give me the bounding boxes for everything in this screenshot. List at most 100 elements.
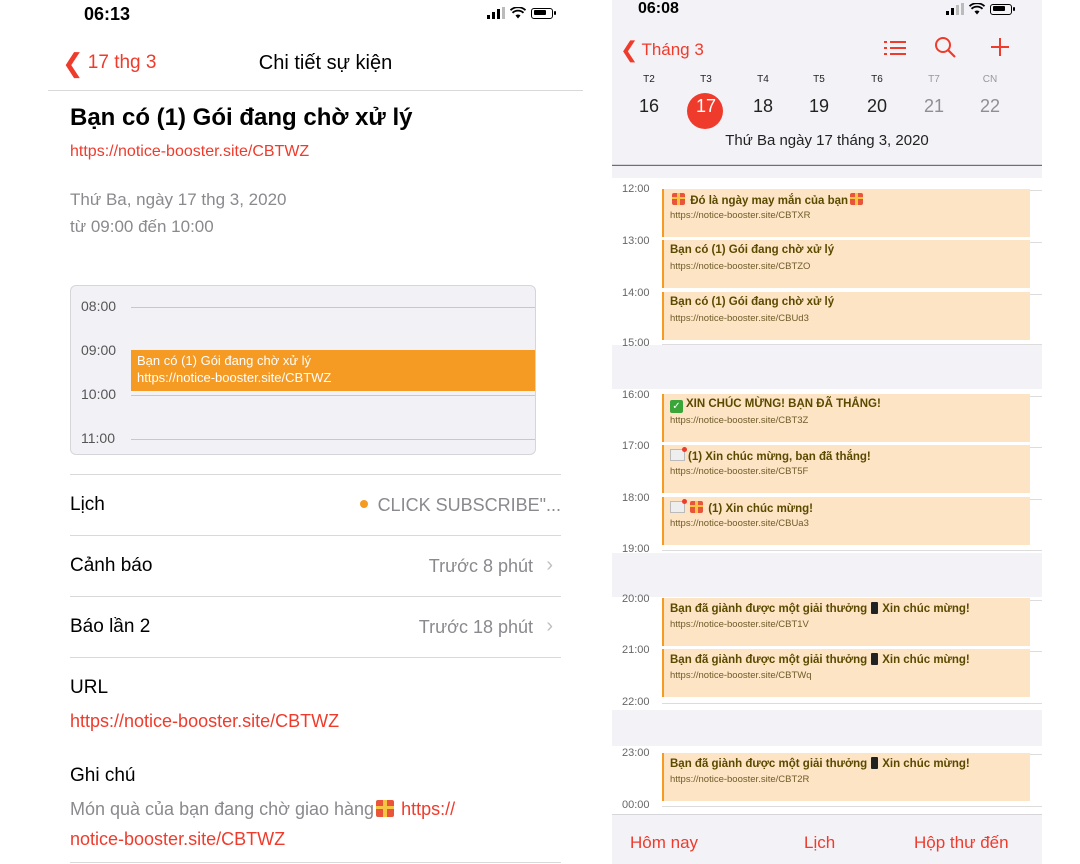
day-preview: 08:00 09:00 10:00 11:00 Bạn có (1) Gói đ… — [70, 285, 536, 455]
mail-icon — [670, 499, 687, 513]
day-cell[interactable]: 18 — [743, 96, 783, 117]
event-url-link[interactable]: https://notice-booster.site/CBTWZ — [70, 143, 309, 161]
hour-label: 14:00 — [622, 287, 650, 299]
hour-label: 20:00 — [622, 593, 650, 605]
calendar-value: CLICK SUBSCRIBE"... — [359, 495, 561, 516]
gift-icon — [690, 501, 703, 513]
tab-bar: Hôm nay Lịch Hộp thư đến — [612, 814, 1042, 864]
weekday-label: T7 — [928, 74, 940, 85]
hour-label: 21:00 — [622, 644, 650, 656]
day-cell-selected[interactable]: 17 — [686, 96, 726, 117]
page-title: Chi tiết sự kiện — [258, 52, 393, 74]
back-to-month-button[interactable]: ❮ Tháng 3 — [620, 39, 704, 61]
calendar-color-dot — [359, 500, 368, 509]
event-detail-screen: 06:13 ❮ 17 thg 3 Chi tiết sự kiện Bạn có… — [48, 0, 583, 864]
hour-label: 17:00 — [622, 440, 650, 452]
hour-row: 11:00 — [71, 430, 535, 450]
event-block-title: Bạn có (1) Gói đang chờ xử lý — [137, 353, 312, 368]
signal-icon — [946, 3, 964, 15]
check-icon: ✓ — [670, 400, 683, 413]
plus-icon[interactable] — [989, 36, 1011, 65]
status-bar: 06:08 — [612, 0, 1042, 34]
second-alert-row[interactable]: Báo lần 2 Trước 18 phút › — [70, 596, 561, 657]
gift-icon — [376, 800, 395, 817]
notes-text: Món quà của bạn đang chờ giao hàng https… — [70, 799, 456, 849]
calendar-event[interactable]: (1) Xin chúc mừng! https://notice-booste… — [662, 497, 1030, 545]
calendar-event[interactable]: Bạn đã giành được một giải thưởng Xin chú… — [662, 598, 1030, 646]
mail-icon — [670, 447, 687, 461]
hour-label: 23:00 — [622, 747, 650, 759]
day-cell[interactable]: 16 — [629, 96, 669, 117]
tab-inbox[interactable]: Hộp thư đến — [914, 833, 1009, 853]
calendar-event[interactable]: Bạn có (1) Gói đang chờ xử lý https://no… — [662, 240, 1030, 288]
gift-icon — [850, 193, 864, 205]
notes-link[interactable]: https:// — [401, 799, 455, 819]
second-alert-value: Trước 18 phút — [418, 617, 533, 637]
calendar-row[interactable]: Lịch CLICK SUBSCRIBE"... — [70, 474, 561, 535]
alert-row[interactable]: Cảnh báo Trước 8 phút › — [70, 535, 561, 596]
chevron-left-icon: ❮ — [620, 37, 639, 62]
wifi-icon — [969, 3, 985, 15]
alert-value: Trước 8 phút — [428, 556, 533, 576]
tab-today[interactable]: Hôm nay — [630, 833, 698, 853]
url-link[interactable]: https://notice-booster.site/CBTWZ — [70, 711, 339, 732]
status-icons — [946, 3, 1015, 15]
event-date: Thứ Ba, ngày 17 thg 3, 2020 — [70, 190, 287, 209]
day-cell[interactable]: 22 — [970, 96, 1010, 117]
calendar-day-screen: 06:08 ❮ Tháng 3 T2 T3 T4 T5 T6 T7 CN 16 … — [612, 0, 1042, 864]
weekday-label: CN — [982, 74, 998, 85]
calendar-event[interactable]: Bạn đã giành được một giải thưởng Xin chú… — [662, 649, 1030, 697]
hour-label: 22:00 — [622, 696, 650, 708]
hour-row: 08:00 — [71, 298, 535, 318]
calendar-event[interactable]: Bạn có (1) Gói đang chờ xử lý https://no… — [662, 292, 1030, 340]
hour-label: 13:00 — [622, 235, 650, 247]
hour-label: 00:00 — [622, 799, 650, 811]
battery-icon — [531, 7, 556, 19]
day-cell[interactable]: 19 — [799, 96, 839, 117]
weekday-label: T6 — [871, 74, 883, 85]
second-alert-label: Báo lần 2 — [70, 616, 151, 637]
status-bar: 06:13 — [48, 0, 583, 32]
status-time: 06:13 — [84, 4, 131, 24]
chevron-right-icon: › — [546, 554, 553, 576]
event-title: Bạn có (1) Gói đang chờ xử lý — [70, 104, 413, 131]
tab-calendars[interactable]: Lịch — [804, 833, 835, 853]
search-icon[interactable] — [934, 36, 956, 65]
weekday-label: T5 — [813, 74, 825, 85]
gift-icon — [672, 193, 685, 205]
calendar-event[interactable]: Bạn đã giành được một giải thưởng Xin chú… — [662, 753, 1030, 801]
hour-label: 15:00 — [622, 337, 650, 349]
calendar-event[interactable]: ✓ XIN CHÚC MỪNG! BẠN ĐÃ THẮNG! https://no… — [662, 394, 1030, 442]
calendar-header: ❮ Tháng 3 T2 T3 T4 T5 T6 T7 CN 16 17 18 … — [612, 34, 1042, 165]
event-block-url: https://notice-booster.site/CBTWZ — [137, 370, 332, 385]
hour-label: 12:00 — [622, 183, 650, 195]
weekday-label: T3 — [700, 74, 712, 85]
phone-icon — [871, 757, 879, 769]
event-block[interactable]: Bạn có (1) Gói đang chờ xử lý https://no… — [131, 350, 535, 391]
day-cell[interactable]: 20 — [857, 96, 897, 117]
weekday-label: T4 — [757, 74, 769, 85]
status-time: 06:08 — [638, 0, 679, 17]
list-icon[interactable] — [884, 36, 906, 64]
signal-icon — [487, 7, 505, 19]
hour-label: 16:00 — [622, 389, 650, 401]
back-label: Tháng 3 — [641, 40, 704, 59]
calendar-label: Lịch — [70, 494, 105, 515]
notes-label: Ghi chú — [70, 765, 136, 786]
event-time: từ 09:00 đến 10:00 — [70, 217, 214, 236]
day-cell[interactable]: 21 — [914, 96, 954, 117]
wifi-icon — [510, 7, 526, 19]
weekday-label: T2 — [643, 74, 655, 85]
chevron-right-icon: › — [546, 615, 553, 637]
nav-bar: ❮ 17 thg 3 Chi tiết sự kiện — [48, 40, 583, 91]
hour-label: 18:00 — [622, 492, 650, 504]
day-timeline: 12:00 13:00 14:00 15:00 16:00 17:00 18:0… — [612, 165, 1042, 813]
alert-label: Cảnh báo — [70, 555, 153, 576]
calendar-event[interactable]: (1) Xin chúc mừng, bạn đã thắng! https:/… — [662, 445, 1030, 493]
selected-date-label: Thứ Ba ngày 17 tháng 3, 2020 — [725, 132, 929, 149]
divider — [70, 657, 561, 659]
notes-link-cont[interactable]: notice-booster.site/CBTWZ — [70, 829, 285, 849]
calendar-event[interactable]: Đó là ngày may mắn của bạn https://notic… — [662, 189, 1030, 237]
divider — [70, 862, 561, 863]
hour-label: 19:00 — [622, 543, 650, 555]
